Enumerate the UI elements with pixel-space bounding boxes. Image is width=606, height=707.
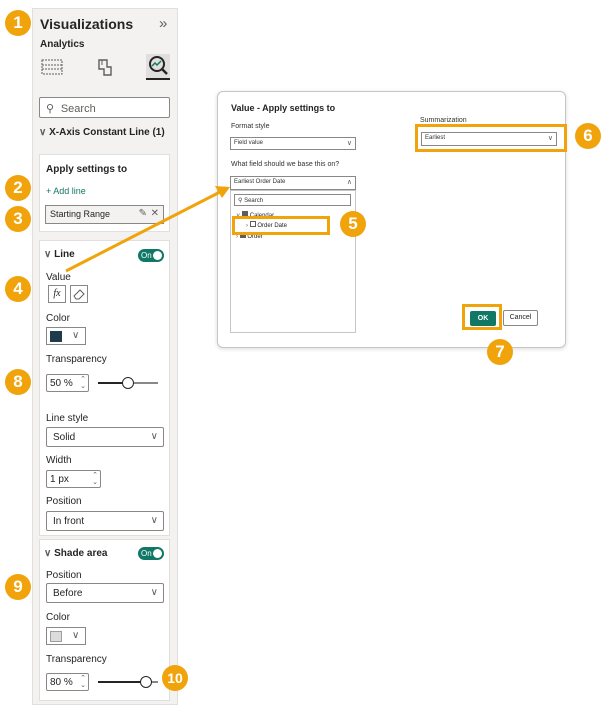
step-badge-5: 5 (340, 211, 366, 237)
step-badge-1: 1 (5, 10, 31, 36)
step-badge-4: 4 (5, 276, 31, 302)
step-badge-8: 8 (5, 369, 31, 395)
step-badge-7: 7 (487, 339, 513, 365)
step-badge-6: 6 (575, 123, 601, 149)
step-badge-3: 3 (5, 206, 31, 232)
callout-arrow (65, 186, 230, 273)
step-badge-9: 9 (5, 574, 31, 600)
step-badge-10: 10 (162, 665, 188, 691)
step-badge-2: 2 (5, 175, 31, 201)
